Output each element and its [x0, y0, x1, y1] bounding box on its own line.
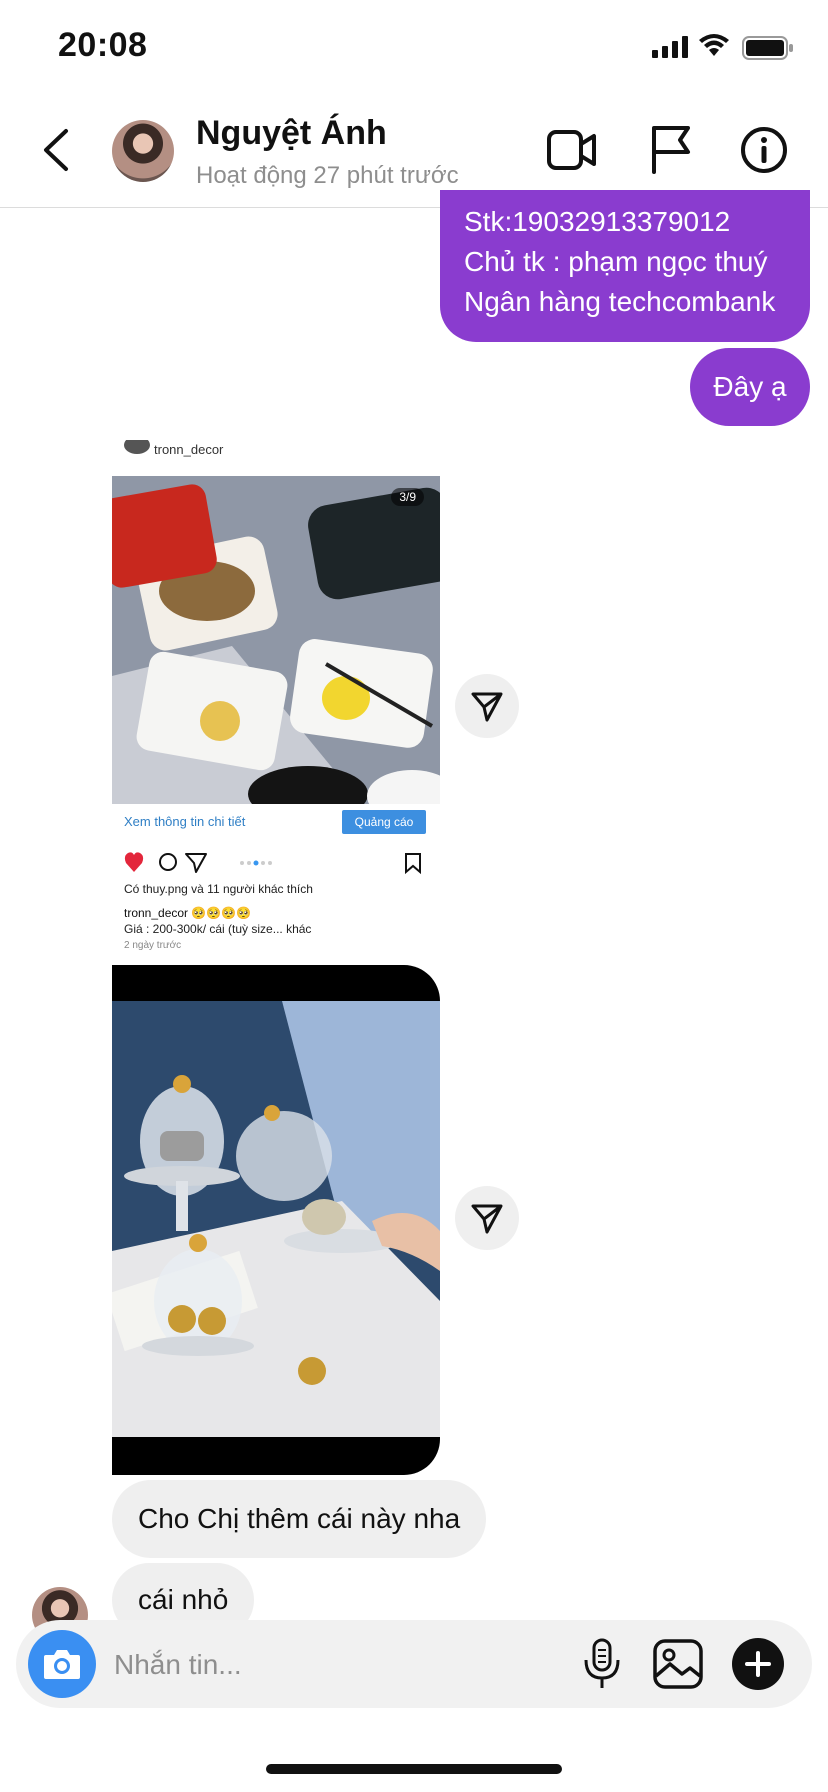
flag-report-icon[interactable]	[648, 124, 692, 174]
status-time: 20:08	[58, 26, 148, 64]
message-input[interactable]	[112, 1642, 576, 1688]
video-thumbnail[interactable]	[112, 1001, 440, 1437]
post-username: tronn_decor	[154, 442, 224, 457]
comment-icon	[159, 853, 177, 871]
wifi-icon	[699, 34, 729, 56]
contact-name[interactable]: Nguyệt Ánh	[196, 114, 387, 153]
message-line: Chủ tk : phạm ngọc thuý	[464, 246, 768, 277]
cellular-signal-icon	[652, 36, 688, 58]
post-action-bar	[124, 852, 421, 875]
post-image[interactable]: 3/9	[112, 476, 440, 804]
contact-activity-status: Hoạt động 27 phút trước	[196, 162, 459, 189]
message-text: Cho Chị thêm cái này nha	[138, 1503, 461, 1534]
battery-icon	[742, 36, 793, 60]
message-line: Stk:19032913379012	[464, 206, 731, 237]
forward-button[interactable]	[455, 1186, 519, 1250]
outgoing-message-bank-info[interactable]: Stk:19032913379012 Chủ tk : phạm ngọc th…	[440, 190, 810, 342]
send-arrow-icon	[471, 1204, 503, 1234]
dishes-photo	[112, 476, 440, 804]
message-line: Ngân hàng techcombank	[464, 286, 776, 317]
outgoing-message[interactable]: Đây ạ	[690, 348, 810, 426]
send-arrow-icon	[471, 692, 503, 722]
home-indicator[interactable]	[266, 1764, 562, 1774]
glass-cake-stands-photo	[112, 1001, 440, 1437]
bookmark-icon	[405, 853, 421, 875]
shared-video-card[interactable]	[112, 965, 440, 1475]
microphone-icon[interactable]	[578, 1638, 626, 1690]
contact-avatar[interactable]	[112, 120, 174, 182]
share-icon	[185, 853, 207, 873]
post-timestamp: 2 ngày trước	[124, 940, 182, 951]
forward-button[interactable]	[455, 674, 519, 738]
post-caption-username: tronn_decor 🥺🥺🥺🥺	[124, 906, 252, 920]
post-likes: Có thuy.png và 11 người khác thích	[124, 882, 313, 896]
video-call-icon[interactable]	[546, 128, 598, 172]
like-heart-icon	[124, 852, 144, 872]
camera-button[interactable]	[28, 1630, 96, 1698]
message-composer	[16, 1620, 812, 1708]
info-icon[interactable]	[740, 126, 788, 174]
sponsored-badge[interactable]: Quảng cáo	[342, 810, 426, 834]
view-details-link[interactable]: Xem thông tin chi tiết	[124, 814, 245, 829]
post-caption: Giá : 200-300k/ cái (tuỳ size... khác	[124, 922, 312, 936]
more-actions-button[interactable]	[732, 1638, 784, 1690]
back-arrow-icon[interactable]	[38, 128, 72, 172]
message-text: cái nhỏ	[138, 1584, 229, 1615]
camera-icon	[44, 1650, 80, 1679]
gallery-image-icon[interactable]	[652, 1638, 704, 1690]
plus-icon	[745, 1651, 771, 1677]
incoming-message[interactable]: Cho Chị thêm cái này nha	[112, 1480, 487, 1558]
post-user-avatar	[124, 440, 150, 454]
shared-post-card[interactable]: tronn_decor 3/9 Xem thông tin chi tiết Q…	[112, 440, 440, 952]
image-counter-badge: 3/9	[391, 488, 424, 506]
